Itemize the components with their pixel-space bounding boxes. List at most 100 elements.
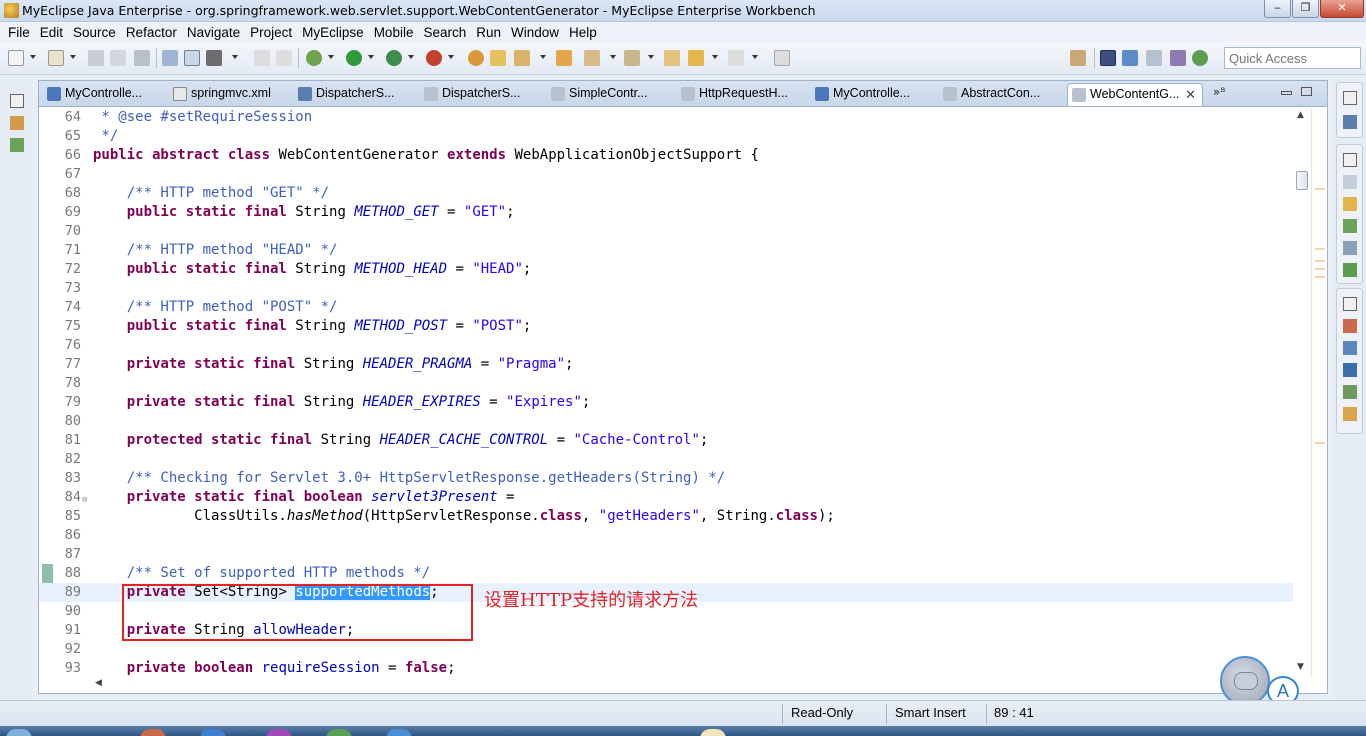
code-line[interactable]: 78 (39, 374, 1301, 393)
tab-overflow-button[interactable]: »⁸ (1213, 85, 1225, 99)
prev-edit-icon[interactable] (624, 50, 640, 66)
overview-ruler[interactable] (1311, 108, 1327, 678)
code-editor[interactable]: 64 * @see #setRequireSession 65 */66 publi… (39, 108, 1327, 678)
editor-tab[interactable]: DispatcherS... (420, 83, 544, 106)
code-line[interactable]: 76 (39, 336, 1301, 355)
occurrence-marker[interactable] (1315, 260, 1325, 262)
menu-file[interactable]: File (4, 25, 36, 40)
new-dropdown-icon[interactable] (30, 55, 36, 59)
code-line[interactable]: 74 /** HTTP method "POST" */ (39, 298, 1301, 317)
scroll-down-icon[interactable]: ▼ (1297, 662, 1304, 672)
code-line[interactable]: 83 /** Checking for Servlet 3.0+ HttpSer… (39, 469, 1301, 488)
code-line[interactable]: 72 public static final String METHOD_HEA… (39, 260, 1301, 279)
save-icon[interactable] (88, 50, 104, 66)
run-icon[interactable] (346, 50, 362, 66)
code-line[interactable]: 67 (39, 165, 1301, 184)
menu-refactor[interactable]: Refactor (122, 25, 183, 40)
editor-tab[interactable]: AbstractCon... (939, 83, 1067, 106)
next-edit-icon[interactable] (584, 50, 600, 66)
code-line[interactable]: 85 ClassUtils.hasMethod(HttpServletRespo… (39, 507, 1301, 526)
menu-navigate[interactable]: Navigate (183, 25, 246, 40)
javadoc-icon[interactable] (1343, 197, 1357, 211)
occurrence-marker[interactable] (1315, 442, 1325, 444)
code-line[interactable]: 71 /** HTTP method "HEAD" */ (39, 241, 1301, 260)
code-line[interactable]: 88 /** Set of supported HTTP methods */ (39, 564, 1301, 583)
pen-dropdown-icon[interactable] (232, 55, 238, 59)
code-line[interactable]: 86 (39, 526, 1301, 545)
restore-view-icon[interactable] (1343, 297, 1357, 311)
open-folder-icon[interactable] (490, 50, 506, 66)
code-line[interactable]: 68 /** HTTP method "GET" */ (39, 184, 1301, 203)
myeclipse-perspective-icon[interactable] (1100, 50, 1116, 66)
declaration-icon[interactable] (1343, 241, 1357, 255)
open-console-icon[interactable] (162, 50, 178, 66)
menu-source[interactable]: Source (69, 25, 122, 40)
code-line[interactable]: 75 public static final String METHOD_POS… (39, 317, 1301, 336)
forward-icon[interactable] (728, 50, 744, 66)
menu-edit[interactable]: Edit (36, 25, 69, 40)
close-tab-icon[interactable]: ✕ (1185, 84, 1196, 105)
close-button[interactable]: ✕ (1320, 0, 1364, 18)
occurrence-marker[interactable] (1315, 188, 1325, 190)
debug-dropdown-icon[interactable] (328, 55, 334, 59)
open-task-icon[interactable] (556, 50, 572, 66)
quick-access-input[interactable] (1224, 47, 1361, 69)
menu-run[interactable]: Run (472, 25, 507, 40)
scroll-up-icon[interactable]: ▲ (1297, 110, 1304, 120)
menu-project[interactable]: Project (246, 25, 298, 40)
occurrence-marker[interactable] (1315, 268, 1325, 270)
problems-icon[interactable] (1343, 175, 1357, 189)
snippets-icon[interactable] (1343, 385, 1357, 399)
editor-tab[interactable]: SimpleContr... (547, 83, 671, 106)
prev-annotation-icon[interactable] (254, 50, 270, 66)
code-line[interactable]: 77 private static final String HEADER_PR… (39, 355, 1301, 374)
restore-view-icon[interactable] (1343, 91, 1357, 105)
run-server-dropdown-icon[interactable] (408, 55, 414, 59)
new-icon[interactable] (8, 50, 24, 66)
menu-search[interactable]: Search (419, 25, 472, 40)
restore-view-icon[interactable] (1343, 153, 1357, 167)
print-icon[interactable] (134, 50, 150, 66)
database-perspective-icon[interactable] (1146, 50, 1162, 66)
code-line[interactable]: 65 */ (39, 127, 1301, 146)
tasks-icon[interactable] (1343, 363, 1357, 377)
console-icon[interactable] (1343, 263, 1357, 277)
debug-perspective-icon[interactable] (1192, 50, 1208, 66)
code-line[interactable]: 64 * @see #setRequireSession (39, 108, 1301, 127)
code-line[interactable]: 69 public static final String METHOD_GET… (39, 203, 1301, 222)
outline-icon[interactable] (1343, 115, 1357, 129)
editor-tab[interactable]: MyControlle... (811, 83, 935, 106)
pen-icon[interactable] (206, 50, 222, 66)
editor-tab[interactable]: HttpRequestH... (677, 83, 807, 106)
toggle-mark-occurrences-icon[interactable] (184, 50, 200, 66)
menu-myeclipse[interactable]: MyEclipse (298, 25, 370, 40)
code-line[interactable]: 93 private boolean requireSession = fals… (39, 659, 1301, 678)
restore-view-icon[interactable] (10, 94, 24, 108)
search-tool-icon[interactable] (514, 50, 530, 66)
next-edit-dropdown-icon[interactable] (610, 55, 616, 59)
code-line[interactable]: 79 private static final String HEADER_EX… (39, 393, 1301, 412)
scrollbar-thumb[interactable] (1296, 171, 1308, 190)
taskbar-app-icon[interactable] (140, 729, 166, 736)
external-tools-icon[interactable] (426, 50, 442, 66)
run-server-icon[interactable] (386, 50, 402, 66)
run-dropdown-icon[interactable] (368, 55, 374, 59)
save-all-icon[interactable] (110, 50, 126, 66)
scroll-left-icon[interactable]: ◀ (95, 678, 102, 688)
code-line[interactable]: 66 public abstract class WebContentGenera… (39, 146, 1301, 165)
code-line[interactable]: 82 (39, 450, 1301, 469)
code-line[interactable]: 80 (39, 412, 1301, 431)
servers-icon[interactable] (1343, 219, 1357, 233)
next-annotation-icon[interactable] (276, 50, 292, 66)
code-line[interactable]: 84 ⊖ private static final boolean servlet… (39, 488, 1301, 507)
code-line[interactable]: 81 protected static final String HEADER_… (39, 431, 1301, 450)
code-line[interactable]: 70 (39, 222, 1301, 241)
menu-window[interactable]: Window (507, 25, 565, 40)
back-dropdown-icon[interactable] (712, 55, 718, 59)
package-explorer-icon[interactable] (10, 116, 24, 130)
palette-icon[interactable] (1343, 407, 1357, 421)
editor-tab-active[interactable]: WebContentG... ✕ (1067, 83, 1203, 106)
image-preview-icon[interactable] (1343, 319, 1357, 333)
maximize-button[interactable]: ❐ (1292, 0, 1319, 18)
back-icon[interactable] (688, 50, 704, 66)
